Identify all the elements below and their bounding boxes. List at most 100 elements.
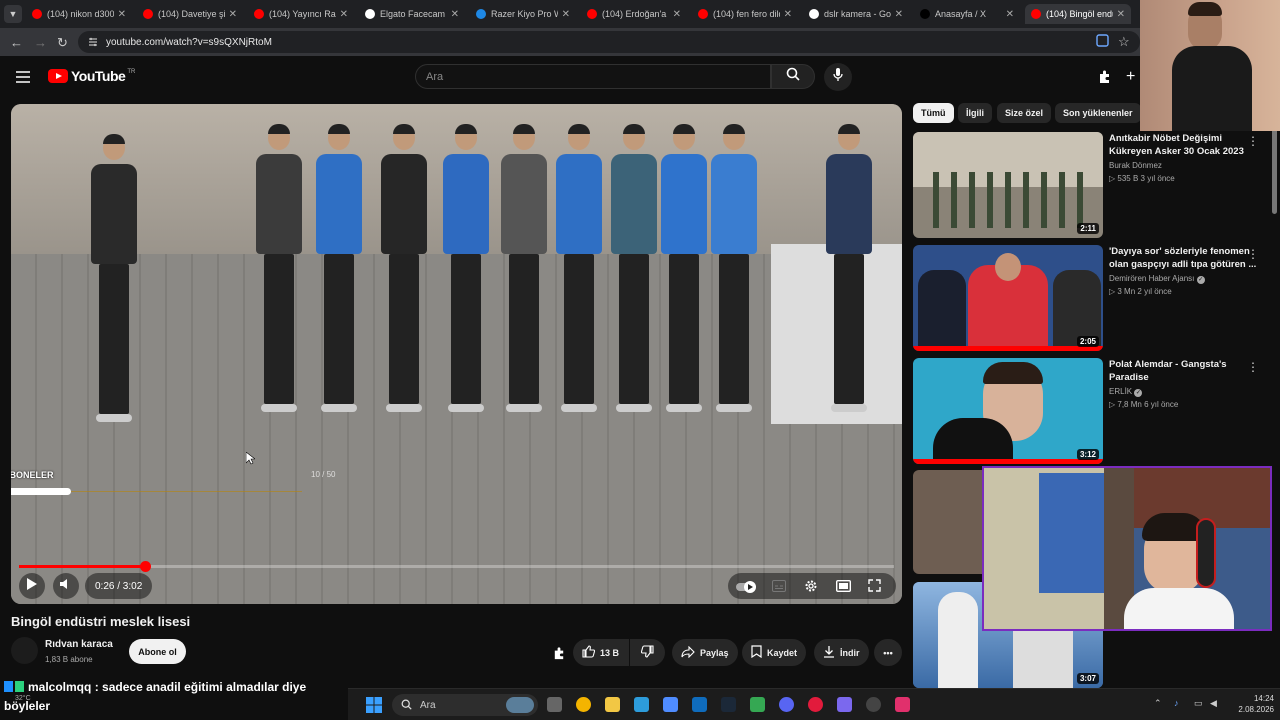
webcam-overlay-bottom	[982, 466, 1272, 631]
browser-tab[interactable]: (104) Erdoğan'a M✕	[581, 4, 687, 24]
tab-favicon-icon	[920, 9, 930, 19]
browser-tab[interactable]: Razer Kiyo Pro W ✕	[470, 4, 576, 24]
more-actions-button[interactable]: •••	[874, 639, 902, 666]
youtube-logo[interactable]: YouTube TR	[48, 68, 135, 84]
extension-icon[interactable]	[1097, 69, 1112, 89]
windows-start-icon[interactable]	[366, 697, 382, 718]
network-icon[interactable]: ▭	[1194, 698, 1203, 709]
autoplay-toggle[interactable]	[736, 580, 758, 598]
tab-close-icon[interactable]: ✕	[562, 9, 570, 20]
tab-search-button[interactable]: ▼	[4, 5, 22, 23]
browser-tab-active[interactable]: (104) Bingöl endü ✕	[1025, 4, 1131, 24]
tab-favicon-icon	[1031, 9, 1041, 19]
more-vertical-icon[interactable]: ⋮	[1247, 247, 1259, 261]
recommendation-meta: ▷ 7,8 Mn 6 yıl önce	[1109, 400, 1179, 409]
url-field[interactable]: youtube.com/watch?v=s9sQXNjRtoM	[78, 31, 1140, 53]
browser-tab[interactable]: Anasayfa / X ✕	[914, 4, 1020, 24]
task-view-icon[interactable]	[547, 697, 562, 712]
media-player-icon[interactable]	[808, 697, 823, 712]
save-button[interactable]: Kaydet	[742, 639, 807, 666]
tab-close-icon[interactable]: ✕	[229, 9, 237, 20]
video-thumbnail[interactable]: 3:12	[913, 358, 1103, 464]
tab-close-icon[interactable]: ✕	[340, 9, 348, 20]
progress-scrubber[interactable]	[140, 561, 151, 572]
chip-all[interactable]: Tümü	[913, 103, 954, 123]
instagram-icon[interactable]	[895, 697, 910, 712]
more-vertical-icon[interactable]: ⋮	[1247, 360, 1259, 374]
video-dancer	[611, 114, 657, 414]
play-icon	[27, 577, 37, 595]
settings-gear-icon[interactable]	[804, 579, 818, 598]
tab-close-icon[interactable]: ✕	[118, 9, 126, 20]
voice-search-button[interactable]	[824, 63, 852, 91]
tab-close-icon[interactable]: ✕	[673, 9, 681, 20]
create-icon[interactable]: +	[1126, 68, 1135, 86]
discord-icon[interactable]	[779, 697, 794, 712]
tab-close-icon[interactable]: ✕	[451, 9, 459, 20]
browser-tab[interactable]: (104) Yayıncı Rage✕	[248, 4, 354, 24]
taskbar-clock[interactable]: 14:24 2.08.2026	[1224, 693, 1274, 715]
more-vertical-icon[interactable]: ⋮	[1247, 134, 1259, 148]
store-icon[interactable]	[663, 697, 678, 712]
like-button[interactable]: 13 B	[573, 639, 629, 666]
sidebar-scrollbar[interactable]	[1272, 128, 1277, 214]
chat-message: sadece anadil eğitimi almadılar diye	[102, 680, 307, 694]
browser-tab[interactable]: (104) Davetiye şiir ✕	[137, 4, 243, 24]
bookmark-star-icon[interactable]: ☆	[1118, 34, 1130, 50]
search-button[interactable]	[771, 64, 815, 89]
video-thumbnail[interactable]: 2:11	[913, 132, 1103, 238]
video-player[interactable]: ABONELER 10 / 50	[11, 104, 902, 604]
weather-widget: 32°C	[15, 695, 31, 702]
recommendation-item[interactable]: 2:05 'Dayıya sor' sözleriyle fenomen ola…	[913, 245, 1275, 351]
app-icon[interactable]	[634, 697, 649, 712]
back-icon[interactable]: ←	[10, 35, 23, 50]
tray-mic-icon[interactable]: ♪	[1174, 698, 1179, 708]
recommendation-meta: ▷ 535 B 3 yıl önce	[1109, 174, 1175, 183]
tab-close-icon[interactable]: ✕	[1006, 9, 1014, 20]
reload-icon[interactable]: ↻	[57, 35, 68, 51]
tab-close-icon[interactable]: ✕	[1117, 9, 1125, 20]
forward-icon[interactable]: →	[34, 35, 47, 50]
share-button[interactable]: Paylaş	[672, 639, 738, 666]
video-thumbnail[interactable]: 2:05	[913, 245, 1103, 351]
chip-related[interactable]: İlgili	[958, 103, 992, 123]
play-button[interactable]	[19, 573, 45, 599]
browser-tab[interactable]: dslr kamera - Goo ✕	[803, 4, 909, 24]
chip-recent[interactable]: Son yüklenenler	[1055, 103, 1141, 123]
subtitles-icon[interactable]	[772, 579, 786, 597]
microphone-icon	[833, 67, 843, 87]
translate-icon[interactable]	[1096, 34, 1109, 50]
tab-favicon-icon	[254, 9, 264, 19]
video-progress-bar[interactable]	[19, 561, 894, 572]
mail-icon[interactable]	[692, 697, 707, 712]
browser-tab[interactable]: (104) nikon d3000 ✕	[26, 4, 132, 24]
dislike-button[interactable]	[630, 639, 665, 666]
chrome-icon[interactable]	[576, 697, 591, 712]
recommendation-item[interactable]: 2:11 Anıtkabir Nöbet Değişimi Kükreyen A…	[913, 132, 1275, 238]
xbox-icon[interactable]	[750, 697, 765, 712]
extension-puzzle-icon[interactable]	[552, 646, 566, 665]
browser-tab[interactable]: (104) fen fero dildo✕	[692, 4, 798, 24]
search-input[interactable]: Ara	[415, 64, 771, 89]
download-button[interactable]: İndir	[814, 639, 869, 666]
site-info-icon[interactable]	[87, 36, 99, 48]
steam-icon[interactable]	[721, 697, 736, 712]
subscribe-button[interactable]: Abone ol	[129, 639, 186, 664]
channel-avatar[interactable]	[11, 637, 38, 664]
tab-close-icon[interactable]: ✕	[895, 9, 903, 20]
mute-button[interactable]	[53, 573, 79, 599]
recommendation-item[interactable]: 3:12 Polat Alemdar - Gangsta's Paradise …	[913, 358, 1275, 464]
theater-mode-icon[interactable]	[835, 579, 852, 597]
channel-name[interactable]: Rıdvan karaca	[45, 639, 113, 650]
taskbar-search-input[interactable]: Ara	[392, 694, 538, 716]
chip-for-you[interactable]: Size özel	[997, 103, 1052, 123]
tab-close-icon[interactable]: ✕	[784, 9, 792, 20]
fullscreen-icon[interactable]	[868, 579, 881, 597]
tray-chevron-icon[interactable]: ⌃	[1154, 698, 1162, 709]
menu-icon[interactable]	[16, 70, 30, 88]
file-explorer-icon[interactable]	[605, 697, 620, 712]
obs-icon[interactable]	[866, 697, 881, 712]
browser-tab[interactable]: Elgato Facecam Pr✕	[359, 4, 465, 24]
teams-icon[interactable]	[837, 697, 852, 712]
volume-icon[interactable]: ◀	[1210, 698, 1217, 709]
